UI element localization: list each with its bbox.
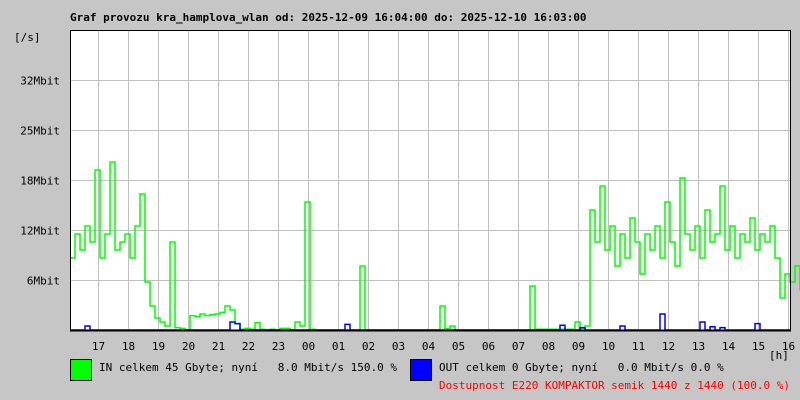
x-tick-label: 13 xyxy=(692,340,705,353)
x-tick-label: 05 xyxy=(452,340,465,353)
x-tick-label: 03 xyxy=(392,340,405,353)
y-tick-label: 32Mbit xyxy=(20,75,60,88)
x-tick-label: 06 xyxy=(482,340,495,353)
x-tick-label: 21 xyxy=(212,340,225,353)
x-tick-label: 10 xyxy=(602,340,615,353)
x-tick-label: 07 xyxy=(512,340,525,353)
x-tick-label: 12 xyxy=(662,340,675,353)
x-tick-label: 14 xyxy=(722,340,736,353)
x-tick-label: 16 xyxy=(782,340,795,353)
x-tick-label: 17 xyxy=(92,340,105,353)
x-tick-label: 08 xyxy=(542,340,555,353)
x-tick-label: 22 xyxy=(242,340,255,353)
y-tick-label: 18Mbit xyxy=(20,175,60,188)
x-tick-label: 11 xyxy=(632,340,645,353)
legend-out-text: OUT celkem 0 Gbyte; nyní 0.0 Mbit/s 0.0 … xyxy=(439,361,724,374)
traffic-chart: 17 18 19 20 21 22 23 00 01 02 03 04 05 06 07 08 09 10 11 12… xyxy=(20,30,800,353)
x-tick-label: 19 xyxy=(152,340,165,353)
y-tick-label: 6Mbit xyxy=(27,275,60,288)
legend-out-swatch xyxy=(410,359,432,381)
x-tick-label: 18 xyxy=(122,340,135,353)
x-tick-label: 02 xyxy=(362,340,375,353)
availability-text: Dostupnost E220 KOMPAKTOR semik 1440 z 1… xyxy=(439,379,790,392)
legend-in-swatch xyxy=(70,359,92,381)
x-tick-label: 23 xyxy=(272,340,285,353)
x-tick-label: 01 xyxy=(332,340,345,353)
x-tick-label: 09 xyxy=(572,340,585,353)
x-tick-label: 15 xyxy=(752,340,765,353)
x-tick-label: 20 xyxy=(182,340,195,353)
legend-in-text: IN celkem 45 Gbyte; nyní 8.0 Mbit/s 150.… xyxy=(99,361,398,374)
x-tick-label: 04 xyxy=(422,340,436,353)
y-tick-label: 25Mbit xyxy=(20,125,60,138)
y-tick-label: 12Mbit xyxy=(20,225,60,238)
x-tick-label: 00 xyxy=(302,340,315,353)
